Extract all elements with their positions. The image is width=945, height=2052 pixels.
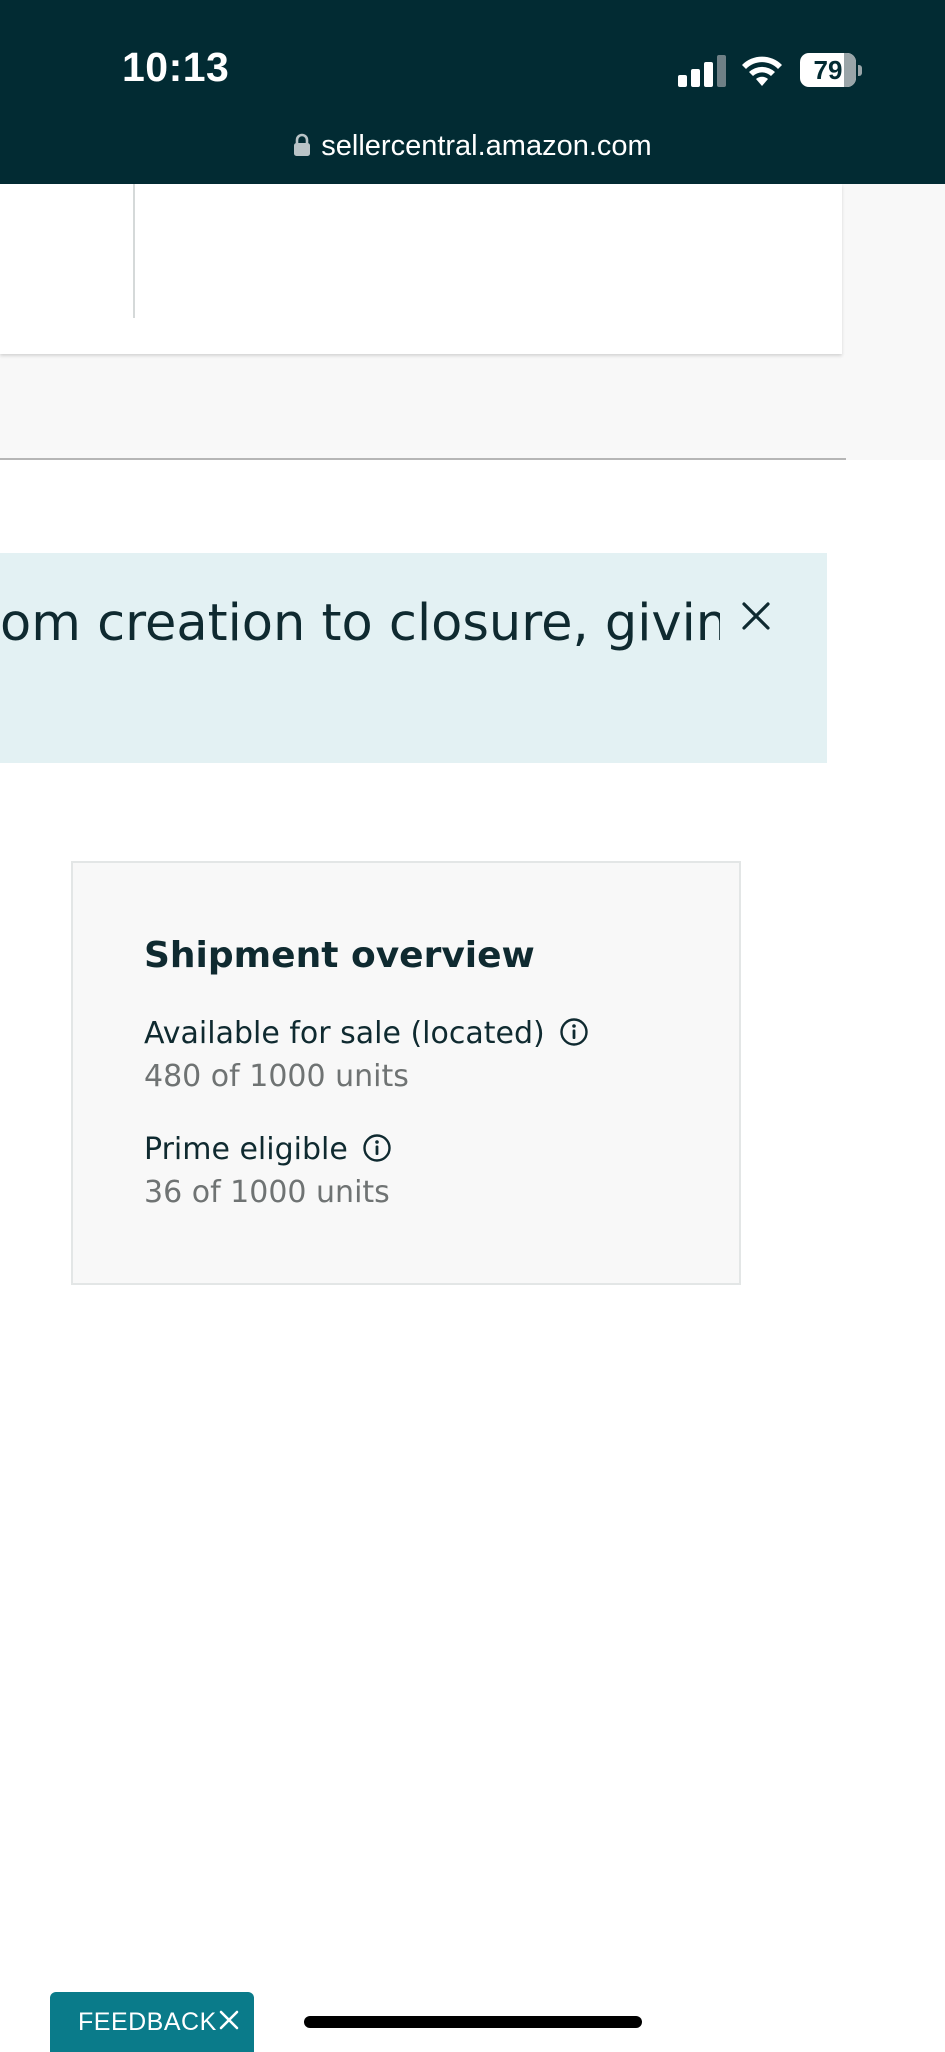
available-for-sale-text: Available for sale (located) — [144, 1016, 545, 1051]
cellular-signal-icon — [678, 55, 726, 87]
feedback-button[interactable]: FEEDBACK — [50, 1992, 254, 2052]
battery-level: 79 — [813, 55, 843, 85]
url-text: sellercentral.amazon.com — [321, 130, 652, 162]
prime-eligible-label: Prime eligible — [144, 1132, 392, 1167]
feedback-label: FEEDBACK — [78, 2008, 217, 2036]
info-banner-text: om creation to closure, giving — [0, 594, 720, 653]
page-header-card — [0, 184, 842, 354]
browser-top-bar: 10:13 79 sellercentral.amazon.com — [0, 0, 945, 184]
available-for-sale-label: Available for sale (located) — [144, 1016, 589, 1051]
address-bar[interactable]: sellercentral.amazon.com — [0, 130, 945, 163]
battery-icon: 79 — [800, 53, 862, 87]
info-icon[interactable] — [559, 1017, 589, 1047]
prime-eligible-text: Prime eligible — [144, 1132, 348, 1167]
info-banner — [0, 553, 827, 763]
section-divider — [0, 458, 846, 460]
header-divider — [133, 184, 135, 318]
home-indicator[interactable] — [304, 2016, 642, 2028]
close-icon[interactable] — [218, 2009, 240, 2031]
status-time: 10:13 — [122, 44, 230, 90]
prime-eligible-value: 36 of 1000 units — [144, 1175, 390, 1210]
lock-icon — [294, 133, 311, 156]
close-icon[interactable] — [734, 594, 778, 638]
available-for-sale-value: 480 of 1000 units — [144, 1059, 409, 1094]
info-icon[interactable] — [362, 1133, 392, 1163]
wifi-icon — [742, 56, 782, 86]
shipment-overview-title: Shipment overview — [144, 935, 535, 976]
